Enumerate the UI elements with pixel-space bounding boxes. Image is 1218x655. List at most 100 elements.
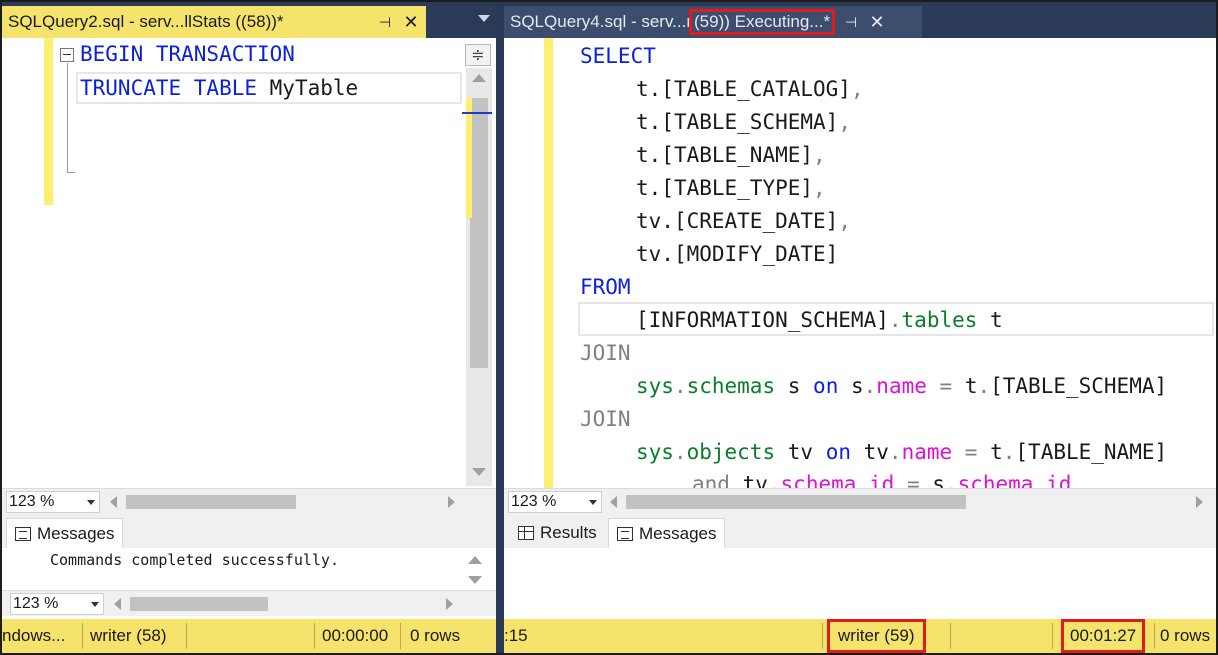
operator: = (952, 440, 991, 464)
horizontal-scroll-thumb[interactable] (626, 495, 966, 509)
column: [MODIFY_DATE] (673, 242, 839, 266)
close-icon[interactable]: ✕ (396, 12, 426, 33)
alias: t. (636, 110, 662, 134)
tab-results[interactable]: Results (510, 518, 605, 548)
code-line-col5: tv.[CREATE_DATE], (636, 205, 851, 237)
code-line-join-2: JOIN (580, 403, 631, 435)
zoom-value: 123 % (13, 595, 59, 612)
divider (314, 623, 315, 649)
status-user-highlight: writer (59) (827, 619, 926, 653)
messages-output: Commands completed successfully. (2, 548, 496, 590)
right-code-editor[interactable]: SELECT t.[TABLE_CATALOG], t.[TABLE_SCHEM… (504, 38, 1216, 488)
code-line-2: TRUNCATE TABLE MyTable (80, 72, 358, 104)
messages-scrollbar[interactable] (464, 552, 486, 588)
tab-label: Results (540, 523, 597, 542)
operator: = (894, 472, 933, 488)
system-view: tables (901, 308, 978, 332)
gutter (2, 38, 38, 488)
zoom-dropdown[interactable]: 123 % (10, 593, 104, 615)
scroll-down-icon[interactable] (468, 576, 482, 584)
zoom-dropdown[interactable]: 123 % (508, 491, 602, 513)
status-elapsed-time: 00:00:00 (322, 626, 389, 645)
comma: , (850, 77, 864, 101)
alias: tv (775, 440, 826, 464)
column: schema_id (780, 472, 895, 488)
scroll-left-icon[interactable] (110, 496, 117, 508)
comma: , (813, 176, 826, 200)
alias: tv (850, 440, 889, 464)
grid-icon (518, 526, 534, 540)
left-vertical-scrollbar[interactable] (462, 68, 492, 486)
alias: s (932, 472, 945, 488)
scroll-left-icon[interactable] (114, 598, 121, 610)
horizontal-scroll-thumb[interactable] (126, 495, 296, 509)
code-line-join: JOIN (580, 337, 631, 369)
code-line-col1: t.[TABLE_CATALOG], (636, 73, 864, 105)
divider (82, 623, 83, 649)
status-user: writer (58) (90, 626, 167, 645)
keyword: JOIN (580, 341, 631, 365)
left-zoom-bar: 123 % (2, 488, 496, 514)
column: name (876, 374, 927, 398)
zoom-dropdown[interactable]: 123 % (6, 491, 100, 513)
left-status-bar: ndows... writer (58) 00:00:00 0 rows (2, 619, 496, 653)
tab-messages[interactable]: Messages (608, 518, 726, 548)
tab-overflow-chevron-icon[interactable] (478, 15, 490, 22)
column: [TABLE_CATALOG] (661, 77, 851, 101)
results-zoom-bar: 123 % (2, 590, 496, 616)
divider (1052, 623, 1053, 649)
scroll-up-icon[interactable] (472, 74, 486, 82)
close-icon[interactable]: ✕ (862, 12, 892, 33)
scroll-right-icon[interactable] (446, 598, 453, 610)
messages-icon (617, 526, 633, 541)
keyword: BEGIN TRANSACTION (80, 42, 295, 66)
system-view: objects (686, 440, 776, 464)
column: [TABLE_NAME] (1015, 440, 1168, 464)
scroll-up-icon[interactable] (468, 556, 482, 564)
code-line-select: SELECT (580, 40, 656, 72)
tab-title: SQLQuery2.sql - serv...llStats ((58))* (8, 12, 284, 31)
change-marker (544, 38, 553, 488)
alias: t (964, 374, 978, 398)
right-results-area (504, 548, 1216, 623)
split-editor-icon[interactable]: ≑ (465, 44, 491, 66)
alias: tv (729, 472, 768, 488)
dot: . (888, 308, 902, 332)
alias: tv. (636, 242, 674, 266)
column: schema_id (957, 472, 1072, 488)
pin-icon[interactable]: ⊣ (840, 14, 862, 31)
keyword: FROM (580, 275, 631, 299)
operator: = (926, 374, 965, 398)
alias: t. (636, 143, 662, 167)
collapse-toggle-icon[interactable] (60, 48, 74, 62)
column: name (901, 440, 953, 464)
code-line-col4: t.[TABLE_TYPE], (636, 172, 826, 204)
code-line-col6: tv.[MODIFY_DATE] (636, 238, 838, 270)
scroll-right-icon[interactable] (1196, 496, 1203, 508)
scroll-thumb[interactable] (470, 98, 488, 368)
code-line-1: BEGIN TRANSACTION (80, 38, 295, 70)
messages-icon (15, 526, 31, 541)
alias: t (990, 440, 1003, 464)
scroll-down-icon[interactable] (472, 468, 486, 476)
scroll-right-icon[interactable] (448, 496, 455, 508)
identifier: MyTable (257, 76, 359, 100)
pane-splitter[interactable] (496, 2, 504, 653)
comma: , (813, 143, 826, 167)
tab-sqlquery4[interactable]: SQLQuery4.sql - serv...r (59)) Executing… (504, 6, 922, 38)
divider (950, 623, 951, 649)
zoom-value: 123 % (9, 493, 55, 510)
scroll-left-icon[interactable] (610, 496, 617, 508)
status-row-count: 0 rows (1160, 626, 1211, 645)
column: [TABLE_NAME] (661, 143, 814, 167)
chevron-down-icon (91, 602, 99, 607)
column: [TABLE_SCHEMA] (661, 110, 839, 134)
alias: tv. (636, 209, 674, 233)
pin-icon[interactable]: ⊣ (374, 14, 396, 31)
divider (822, 623, 823, 649)
column: [TABLE_SCHEMA] (990, 374, 1168, 398)
tab-messages[interactable]: Messages (6, 518, 124, 548)
tab-sqlquery2[interactable]: SQLQuery2.sql - serv...llStats ((58))* ⊣… (2, 6, 426, 38)
horizontal-scroll-thumb[interactable] (130, 597, 268, 611)
left-code-editor[interactable]: BEGIN TRANSACTION TRUNCATE TABLE MyTable… (2, 38, 496, 488)
